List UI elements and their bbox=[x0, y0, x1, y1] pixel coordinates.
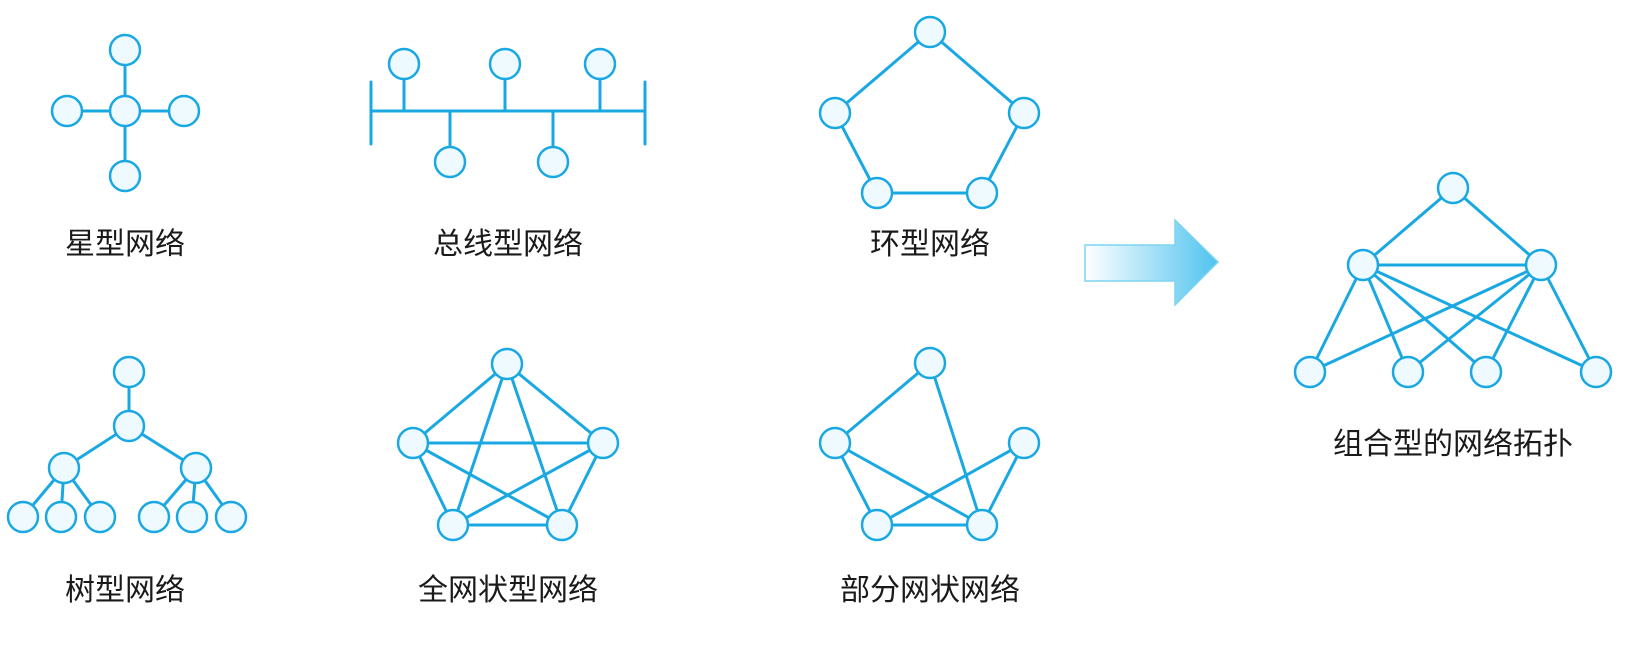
full-mesh-network bbox=[396, 347, 620, 542]
network-node bbox=[490, 347, 524, 381]
network-node bbox=[965, 508, 999, 542]
network-node bbox=[108, 33, 142, 67]
network-node bbox=[433, 145, 467, 179]
network-node bbox=[1391, 355, 1425, 389]
partial-mesh-caption: 部分网状网络 bbox=[840, 573, 1020, 608]
partial-mesh-network bbox=[818, 346, 1041, 542]
link-line bbox=[1308, 263, 1365, 374]
network-node bbox=[396, 426, 430, 460]
network-node bbox=[545, 508, 579, 542]
network-node bbox=[818, 426, 852, 460]
network-node bbox=[583, 47, 617, 81]
network-node bbox=[112, 409, 146, 443]
hybrid-caption: 组合型的网络拓扑 bbox=[1333, 427, 1573, 462]
network-node bbox=[387, 47, 421, 81]
network-node bbox=[860, 176, 894, 210]
network-node bbox=[167, 94, 201, 128]
tree-caption: 树型网络 bbox=[65, 573, 185, 608]
network-node bbox=[965, 176, 999, 210]
network-node bbox=[536, 145, 570, 179]
ring-network bbox=[818, 15, 1041, 210]
network-node bbox=[47, 451, 81, 485]
network-topology-diagram: 星型网络 总线型网络 环型网络 树型网络 全网状型网络 部分网状网络 组合型的网… bbox=[6, 15, 1613, 608]
network-node bbox=[586, 426, 620, 460]
network-node bbox=[50, 94, 84, 128]
bus-network bbox=[369, 47, 647, 179]
network-node bbox=[1579, 355, 1613, 389]
network-node bbox=[108, 94, 142, 128]
bus-caption: 总线型网络 bbox=[433, 227, 583, 262]
link-line bbox=[1451, 186, 1543, 267]
network-node bbox=[1436, 171, 1470, 205]
star-caption: 星型网络 bbox=[65, 227, 185, 262]
network-node bbox=[1007, 426, 1041, 460]
network-node bbox=[860, 508, 894, 542]
network-node bbox=[436, 508, 470, 542]
network-node bbox=[1469, 355, 1503, 389]
right-arrow-icon bbox=[1084, 218, 1220, 307]
network-node bbox=[818, 96, 852, 130]
network-node bbox=[1007, 96, 1041, 130]
network-node bbox=[6, 500, 40, 534]
network-node bbox=[108, 159, 142, 193]
link-line bbox=[1484, 263, 1543, 374]
link-line bbox=[1361, 186, 1455, 267]
network-node bbox=[137, 500, 171, 534]
network-node bbox=[1346, 248, 1380, 282]
network-node bbox=[214, 500, 248, 534]
link-line bbox=[928, 30, 1026, 115]
tree-network bbox=[6, 355, 248, 534]
network-node bbox=[179, 451, 213, 485]
network-node bbox=[913, 346, 947, 380]
link-line bbox=[1539, 263, 1598, 374]
network-node bbox=[112, 355, 146, 389]
network-node bbox=[1293, 355, 1327, 389]
link-line bbox=[1361, 263, 1598, 374]
full-mesh-caption: 全网状型网络 bbox=[418, 573, 598, 608]
link-line bbox=[1308, 263, 1543, 374]
link-line bbox=[833, 30, 932, 115]
network-node bbox=[44, 500, 78, 534]
network-node bbox=[913, 15, 947, 49]
ring-caption: 环型网络 bbox=[870, 227, 990, 262]
star-network bbox=[50, 33, 201, 193]
hybrid-network bbox=[1293, 171, 1613, 389]
network-node bbox=[1524, 248, 1558, 282]
network-node bbox=[175, 500, 209, 534]
network-node bbox=[83, 500, 117, 534]
network-node bbox=[488, 47, 522, 81]
link-line bbox=[833, 361, 932, 445]
